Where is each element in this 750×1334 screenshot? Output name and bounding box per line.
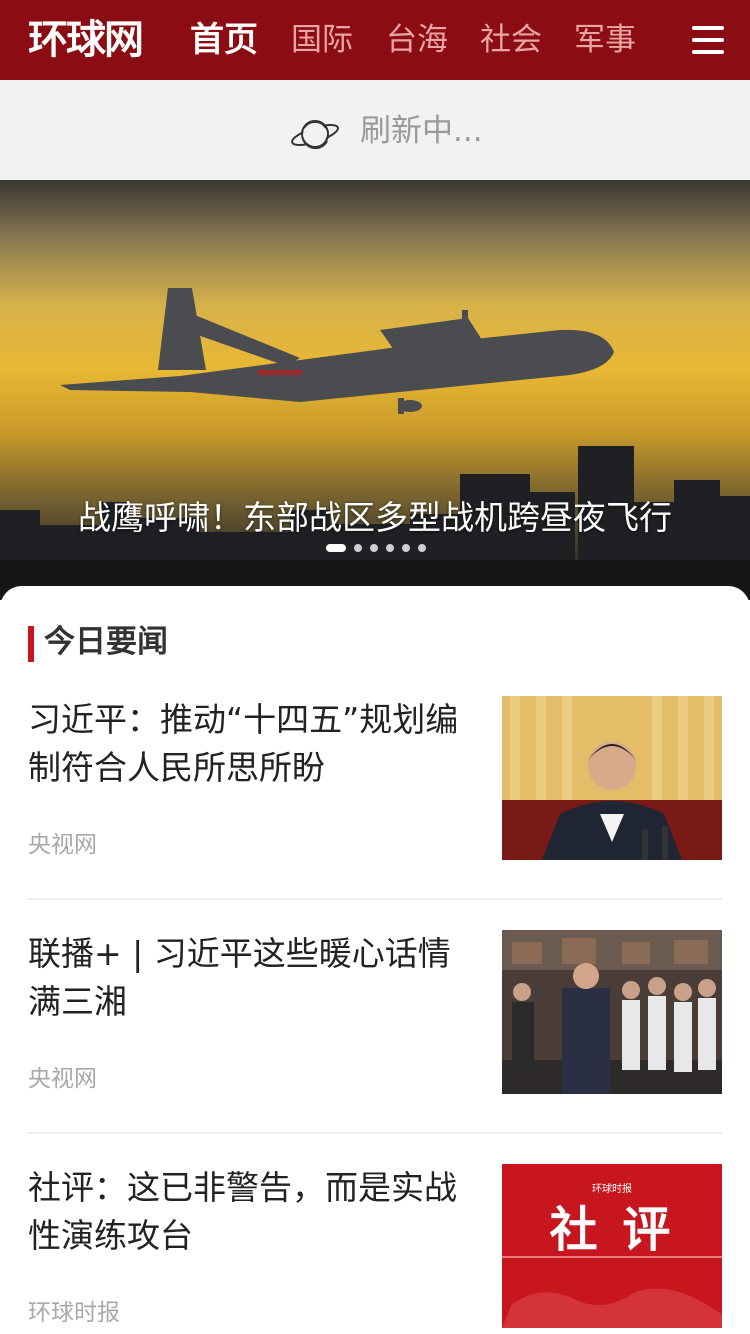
news-item-title[interactable]: 联播+ | 习近平这些暖心话情满三湘 (28, 930, 478, 1026)
news-item-thumbnail[interactable] (502, 696, 722, 860)
news-item-title[interactable]: 社评：这已非警告，而是实战性演练攻台 (28, 1164, 478, 1260)
section-title: 今日要闻 (44, 624, 168, 660)
tab-home[interactable]: 首页 (190, 16, 258, 64)
tab-international[interactable]: 国际 (291, 16, 353, 64)
news-item-thumbnail[interactable]: 环球时报 社 评 (502, 1164, 722, 1328)
tab-taiwan-strait[interactable]: 台海 (386, 16, 448, 64)
carousel-dot[interactable] (370, 544, 378, 552)
hamburger-menu-icon[interactable] (692, 24, 724, 56)
thumbnail-headline: 社 评 (549, 1202, 675, 1258)
tab-society[interactable]: 社会 (480, 16, 542, 64)
site-logo[interactable]: 环球网 (28, 12, 144, 68)
news-item-source: 央视网 (28, 832, 97, 858)
news-item-source: 央视网 (28, 1066, 97, 1092)
carousel-dot[interactable] (326, 544, 346, 552)
carousel-dot[interactable] (386, 544, 394, 552)
news-item-source: 环球时报 (28, 1300, 120, 1326)
section-accent-bar (28, 626, 34, 662)
carousel-dot[interactable] (354, 544, 362, 552)
news-item-title[interactable]: 习近平：推动“十四五”规划编制符合人民所思所盼 (28, 696, 478, 792)
news-divider (28, 1132, 722, 1134)
carousel-dot[interactable] (418, 544, 426, 552)
hero-caption[interactable]: 战鹰呼啸！东部战区多型战机跨昼夜飞行 (0, 498, 750, 538)
planet-icon (291, 120, 339, 150)
news-divider (28, 898, 722, 900)
refresh-status-text: 刷新中... (360, 113, 483, 149)
news-item-thumbnail[interactable] (502, 930, 722, 1094)
thumbnail-logo-text: 环球时报 (592, 1184, 632, 1195)
tab-military[interactable]: 军事 (574, 16, 636, 64)
carousel-dot[interactable] (402, 544, 410, 552)
